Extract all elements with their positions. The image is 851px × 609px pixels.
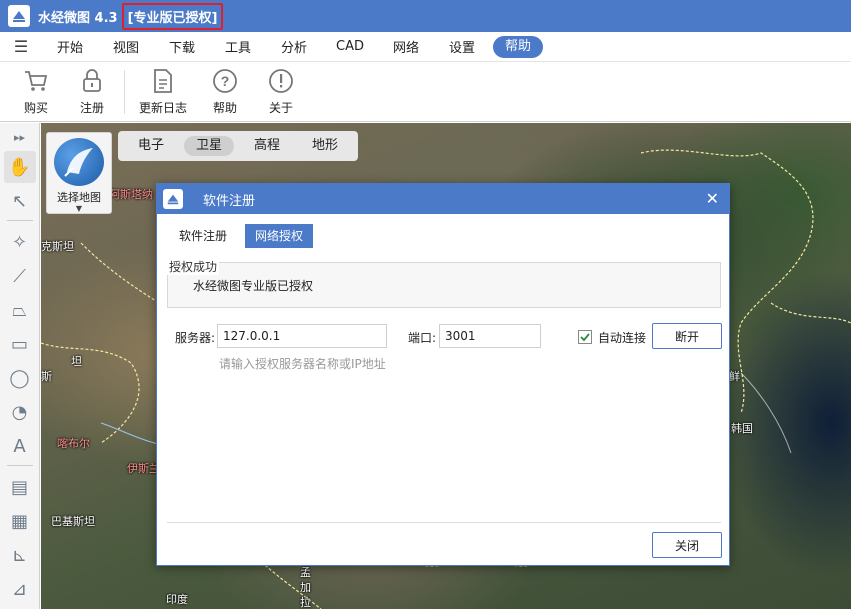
measure-distance-icon[interactable]: ▤ (4, 471, 36, 503)
toolbar-divider (6, 220, 33, 221)
svg-text:?: ? (221, 73, 230, 89)
help-button[interactable]: ? 帮助 (197, 62, 253, 116)
menu-help[interactable]: 帮助 (493, 35, 543, 58)
buy-button[interactable]: 购买 (8, 62, 64, 116)
map-label-pakistan: 巴基斯坦 (51, 515, 95, 528)
close-icon[interactable]: ✕ (706, 189, 719, 208)
about-label: 关于 (268, 101, 293, 115)
map-label-north-korea: 鲜 (729, 370, 740, 383)
map-label-astana: 阿斯塔纳 (109, 188, 153, 201)
software-registration-dialog: 软件注册 ✕ 软件注册 网络授权 授权成功 水经微图专业版已授权 服务器: 12… (156, 183, 730, 566)
register-label: 注册 (79, 101, 104, 115)
menu-network[interactable]: 网络 (378, 37, 434, 56)
menu-cad[interactable]: CAD (322, 39, 378, 54)
close-button[interactable]: 关闭 (652, 532, 722, 558)
tab-network-license[interactable]: 网络授权 (245, 224, 314, 248)
about-button[interactable]: 关于 (253, 62, 309, 116)
help-label: 帮助 (212, 101, 237, 115)
buy-label: 购买 (23, 101, 48, 115)
map-label-bangladesh-1: 孟 (300, 566, 311, 579)
draw-rectangle-icon[interactable]: ▭ (4, 328, 36, 360)
checkmark-icon (580, 333, 590, 342)
question-icon: ? (213, 69, 237, 93)
add-text-icon[interactable]: A (4, 430, 36, 462)
disconnect-button[interactable]: 断开 (652, 323, 722, 349)
register-button[interactable]: 注册 (64, 62, 120, 116)
menu-settings[interactable]: 设置 (434, 37, 490, 56)
map-label-kabul: 喀布尔 (57, 437, 90, 450)
map-label-kazakhstan: 克斯坦 (41, 240, 74, 253)
measure-area-icon[interactable]: ▦ (4, 505, 36, 537)
map-type-electronic[interactable]: 电子 (126, 136, 176, 156)
cart-icon (25, 71, 48, 91)
menu-download[interactable]: 下载 (154, 37, 210, 56)
title-bar: 水经微图 4.3 [专业版已授权] (0, 0, 851, 32)
menu-analysis[interactable]: 分析 (266, 37, 322, 56)
menu-view[interactable]: 视图 (98, 37, 154, 56)
chevron-down-icon: ▼ (75, 204, 83, 213)
menu-start[interactable]: 开始 (42, 37, 98, 56)
ribbon-separator (124, 70, 125, 114)
dialog-logo-icon (163, 189, 183, 209)
map-label-south-korea: 韩国 (731, 422, 753, 435)
app-logo-icon (8, 5, 30, 27)
document-icon (154, 69, 172, 93)
port-input[interactable]: 3001 (439, 324, 541, 348)
hamburger-menu-icon[interactable]: ☰ (0, 37, 42, 56)
dialog-title: 软件注册 (203, 193, 256, 209)
map-type-elevation[interactable]: 高程 (242, 136, 292, 156)
map-label-afghanistan: 斯 (41, 370, 52, 383)
measure-height-icon[interactable]: ⊿ (4, 573, 36, 605)
license-status-title: 授权成功 (167, 258, 220, 275)
map-selector[interactable]: 选择地图 ▼ (46, 132, 112, 214)
draw-marker-icon[interactable]: ✧ (4, 226, 36, 258)
ribbon-toolbar: 购买 注册 更新日志 ? 帮助 关于 (0, 62, 851, 122)
server-hint: 请输入授权服务器名称或IP地址 (219, 357, 386, 371)
license-badge: [专业版已授权] (121, 2, 224, 30)
draw-circle-icon[interactable]: ◯ (4, 362, 36, 394)
menu-tools[interactable]: 工具 (210, 37, 266, 56)
map-label-bangladesh-2: 加 (300, 581, 311, 594)
auto-connect-label: 自动连接 (598, 331, 647, 345)
draw-sector-icon[interactable]: ◔ (4, 396, 36, 428)
license-status-text: 水经微图专业版已授权 (193, 279, 314, 293)
auto-connect-checkbox[interactable] (578, 330, 592, 344)
info-icon (269, 69, 293, 93)
server-label: 服务器: (175, 331, 216, 345)
dialog-footer-divider (167, 522, 721, 523)
measure-angle-icon[interactable]: ⊾ (4, 539, 36, 571)
draw-line-icon[interactable]: ⟋ (4, 260, 36, 292)
changelog-button[interactable]: 更新日志 (129, 62, 197, 116)
dialog-tabs: 软件注册 网络授权 (169, 224, 321, 248)
draw-polygon-icon[interactable]: ⏢ (4, 294, 36, 326)
dialog-title-bar: 软件注册 ✕ (157, 184, 729, 214)
server-input[interactable]: 127.0.0.1 (217, 324, 387, 348)
select-arrow-icon[interactable]: ↖ (4, 185, 36, 217)
app-title: 水经微图 4.3 (38, 10, 118, 26)
menu-bar: ☰ 开始 视图 下载 工具 分析 CAD 网络 设置 帮助 (0, 32, 851, 62)
expand-toolbar-icon[interactable]: ▸▸ (4, 125, 36, 149)
globe-icon (54, 138, 104, 186)
map-type-switcher: 电子 卫星 高程 地形 (118, 131, 358, 161)
map-type-terrain[interactable]: 地形 (300, 136, 350, 156)
pan-hand-icon[interactable]: ✋ (3, 151, 36, 183)
map-label-turkmenistan: 坦 (71, 355, 82, 368)
toolbar-divider-2 (6, 465, 33, 466)
map-type-satellite[interactable]: 卫星 (184, 136, 234, 156)
map-label-india: 印度 (166, 593, 188, 606)
lock-icon (83, 69, 101, 92)
map-selector-label: 选择地图 (57, 191, 101, 204)
tab-software-registration[interactable]: 软件注册 (169, 224, 237, 248)
port-label: 端口: (408, 331, 437, 345)
left-toolbar: ▸▸ ✋ ↖ ✧ ⟋ ⏢ ▭ ◯ ◔ A ▤ ▦ ⊾ ⊿ (0, 123, 40, 609)
map-label-bangladesh-3: 拉 (300, 596, 311, 609)
changelog-label: 更新日志 (138, 101, 187, 115)
